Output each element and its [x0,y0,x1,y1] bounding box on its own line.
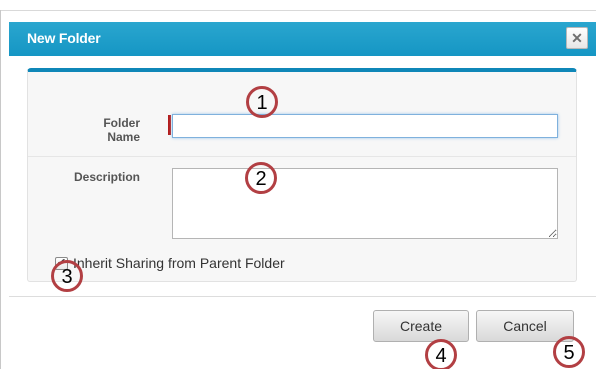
background-divider [0,10,596,11]
background-edge [0,10,1,369]
cancel-button[interactable]: Cancel [476,310,574,342]
dialog-titlebar[interactable]: New Folder ✕ [9,22,596,56]
required-indicator [168,115,171,135]
folder-name-label: Folder Name [68,116,140,144]
row-divider [28,156,576,157]
create-button[interactable]: Create [373,310,469,342]
folder-name-label-line2: Name [107,130,140,144]
folder-name-input[interactable] [172,114,558,138]
callout-marker-4: 4 [425,339,457,369]
callout-marker-5: 5 [553,336,585,368]
footer-divider [9,296,596,297]
folder-name-label-line1: Folder [103,116,140,130]
description-label: Description [73,170,140,184]
description-textarea[interactable] [172,168,558,239]
inherit-sharing-row[interactable]: ✔ Inherit Sharing from Parent Folder [55,254,285,272]
dialog-title: New Folder [27,30,101,46]
callout-marker-3: 3 [51,260,83,292]
callout-marker-2: 2 [245,162,277,194]
inherit-sharing-label[interactable]: Inherit Sharing from Parent Folder [73,255,285,271]
callout-marker-1: 1 [246,86,278,118]
form-panel: Folder Name Description ✔ Inherit Sharin… [27,68,577,282]
new-folder-dialog: New Folder ✕ Folder Name Description ✔ I… [9,22,596,369]
page: New Folder ✕ Folder Name Description ✔ I… [0,0,596,369]
close-icon[interactable]: ✕ [566,27,588,49]
